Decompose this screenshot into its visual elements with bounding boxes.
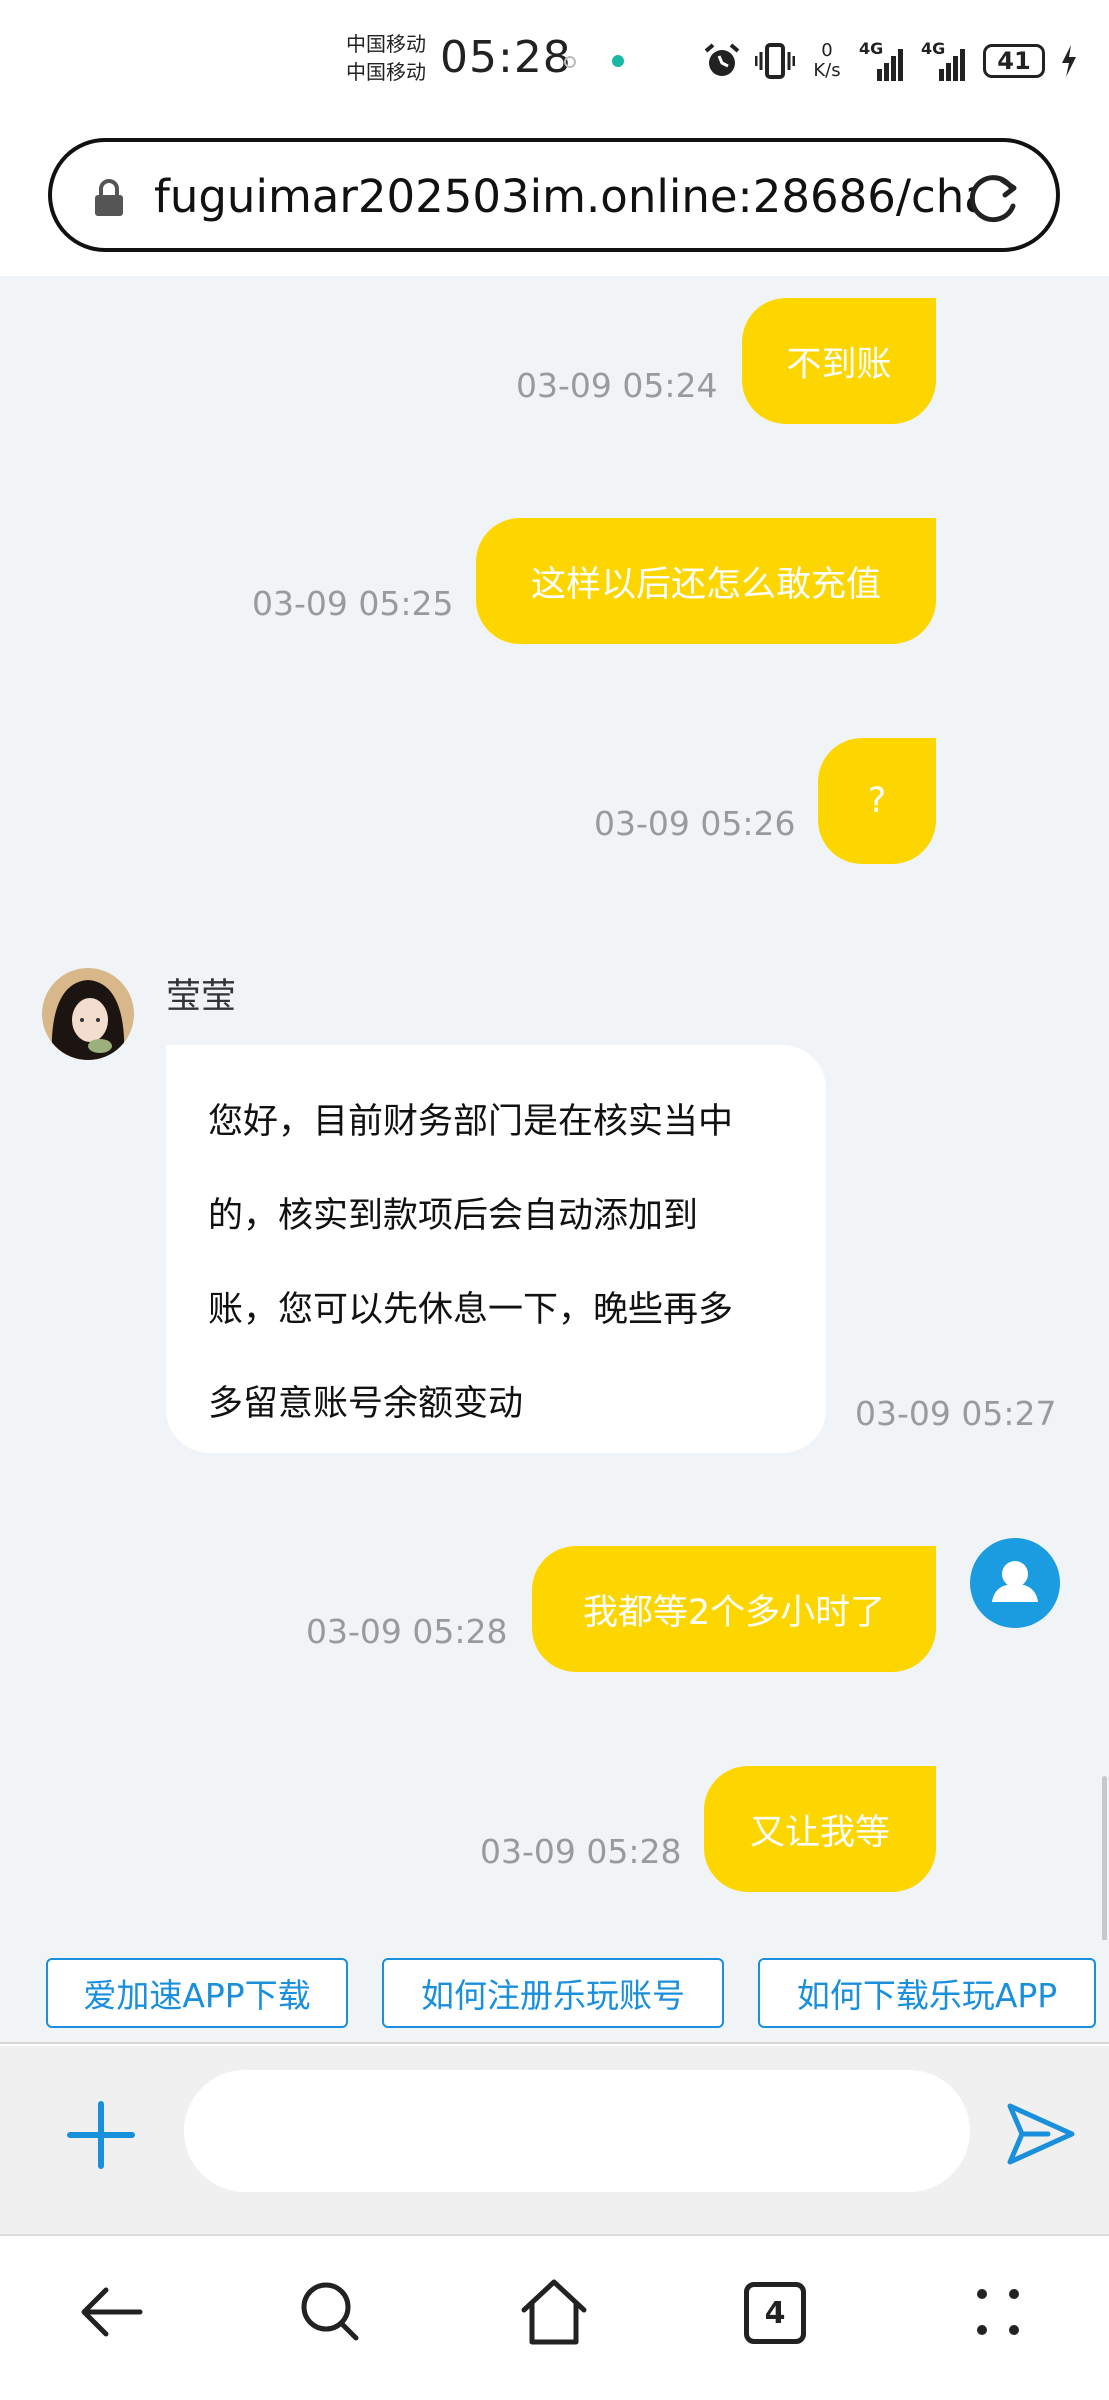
message-timestamp: 03-09 05:26: [594, 804, 796, 843]
address-bar[interactable]: fuguimar202503im.online:28686/cha: [48, 138, 1060, 252]
lock-icon: [95, 179, 123, 216]
message-bubble-outgoing[interactable]: 不到账: [742, 298, 936, 424]
message-line: 账，您可以先休息一下，晚些再多: [208, 1290, 734, 1330]
reload-icon[interactable]: [964, 168, 1022, 226]
signal-1-icon: 4G: [859, 39, 907, 83]
message-bubble-outgoing[interactable]: 又让我等: [704, 1766, 936, 1892]
charging-icon: [1062, 45, 1076, 77]
message-timestamp: 03-09 05:28: [306, 1612, 508, 1651]
carrier-1: 中国移动: [346, 32, 426, 56]
notification-dot-icon: [612, 55, 624, 67]
quick-button-how-to-download[interactable]: 如何下载乐玩APP: [758, 1958, 1096, 2028]
message-line: 您好，目前财务部门是在核实当中: [208, 1102, 734, 1142]
message-timestamp: 03-09 05:27: [855, 1394, 1057, 1433]
message-line: 的，核实到款项后会自动添加到: [208, 1196, 699, 1236]
vibrate-icon: [755, 43, 795, 79]
carrier-labels: 中国移动 中国移动: [346, 30, 436, 86]
screen: 中国移动 中国移动 05:28 0 K/s 4G 4G 41 fuguimar2…: [0, 0, 1109, 2400]
signal-2-icon: 4G: [921, 39, 969, 83]
back-icon[interactable]: [74, 2274, 150, 2350]
battery-indicator: 41: [983, 44, 1045, 78]
user-avatar-icon[interactable]: [970, 1538, 1060, 1628]
status-time: 05:28: [440, 32, 572, 83]
contact-avatar[interactable]: [42, 968, 134, 1060]
home-icon[interactable]: [516, 2274, 592, 2350]
plus-icon[interactable]: [66, 2100, 136, 2170]
message-timestamp: 03-09 05:24: [516, 366, 718, 405]
notification-dot-icon: [564, 56, 576, 68]
message-line: 多留意账号余额变动: [208, 1384, 524, 1424]
message-composer: [0, 2046, 1109, 2236]
scrollbar[interactable]: [1102, 1776, 1107, 1940]
message-timestamp: 03-09 05:25: [252, 584, 454, 623]
browser-nav-bar: 4: [0, 2238, 1109, 2400]
message-bubble-outgoing[interactable]: 这样以后还怎么敢充值: [476, 518, 936, 644]
status-icons: 0 K/s 4G 4G 41: [703, 36, 1079, 86]
message-bubble-outgoing[interactable]: 我都等2个多小时了: [532, 1546, 936, 1672]
status-bar: 中国移动 中国移动 05:28 0 K/s 4G 4G 41: [0, 0, 1109, 120]
carrier-2: 中国移动: [346, 60, 426, 84]
send-icon[interactable]: [1004, 2098, 1078, 2170]
url-text[interactable]: fuguimar202503im.online:28686/cha: [154, 170, 974, 223]
quick-button-how-to-register[interactable]: 如何注册乐玩账号: [382, 1958, 724, 2028]
network-speed: 0 K/s: [813, 40, 841, 81]
tabs-icon[interactable]: 4: [744, 2282, 806, 2344]
sender-name: 莹莹: [166, 977, 237, 1017]
menu-icon[interactable]: [960, 2274, 1036, 2350]
message-timestamp: 03-09 05:28: [480, 1832, 682, 1871]
message-bubble-incoming[interactable]: 您好，目前财务部门是在核实当中 的，核实到款项后会自动添加到 账，您可以先休息一…: [166, 1045, 826, 1453]
message-input[interactable]: [184, 2070, 970, 2192]
quick-button-download-accelerator[interactable]: 爱加速APP下载: [46, 1958, 348, 2028]
contact-avatar-image: [42, 968, 134, 1060]
quick-reply-bar: 爱加速APP下载 如何注册乐玩账号 如何下载乐玩APP: [0, 1940, 1109, 2044]
alarm-icon: [704, 43, 740, 76]
search-icon[interactable]: [292, 2274, 368, 2350]
message-bubble-outgoing[interactable]: ?: [818, 738, 936, 864]
